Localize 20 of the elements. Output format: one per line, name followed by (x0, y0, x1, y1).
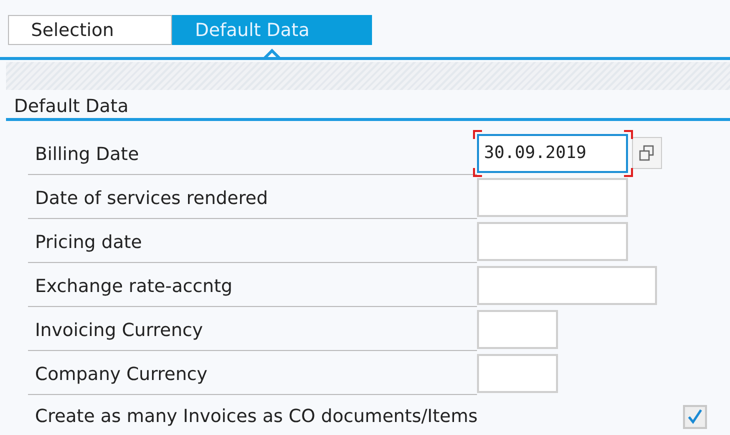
input-field[interactable] (477, 266, 657, 304)
checkbox-label: Create as many Invoices as CO documents/Items (34, 405, 479, 429)
field-label: Invoicing Currency (28, 312, 477, 351)
input-field[interactable]: 30.09.2019 (477, 134, 628, 172)
input-field[interactable] (477, 222, 628, 260)
field-label: Pricing date (28, 224, 477, 263)
input-field[interactable] (477, 178, 628, 216)
tab[interactable]: Selection (8, 15, 172, 45)
checkbox[interactable] (683, 405, 707, 429)
field-label: Company Currency (28, 356, 477, 395)
field-label: Billing Date (28, 136, 477, 175)
section-title: Default Data (14, 96, 128, 118)
input-field[interactable] (477, 310, 558, 348)
input-field[interactable] (477, 354, 558, 392)
field-label: Exchange rate-accntg (28, 268, 477, 307)
check-icon (686, 408, 704, 426)
focus-corner (473, 130, 482, 138)
focus-corner (473, 168, 482, 176)
value-help-icon[interactable] (632, 137, 662, 169)
field-label: Date of services rendered (28, 180, 477, 219)
